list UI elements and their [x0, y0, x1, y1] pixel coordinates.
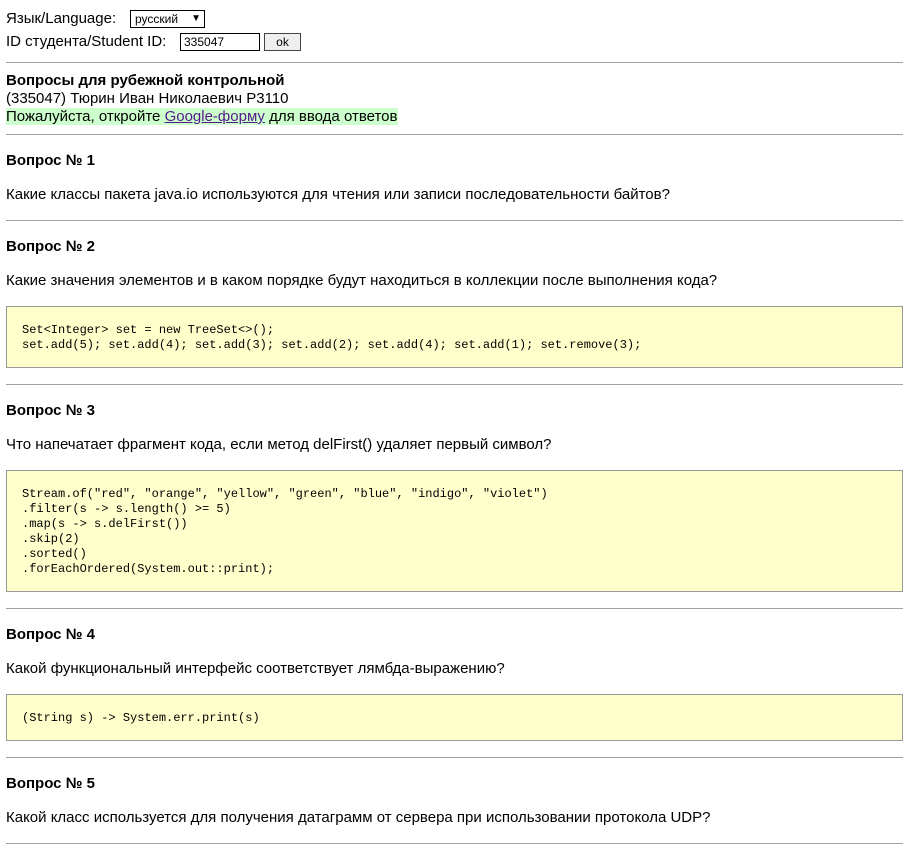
question-title: Вопрос № 1 [6, 152, 95, 169]
question-title: Вопрос № 2 [6, 238, 95, 255]
question-title: Вопрос № 5 [6, 775, 95, 792]
language-selected-value: русский [135, 12, 179, 26]
code-block: (String s) -> System.err.print(s) [6, 694, 903, 741]
divider [6, 384, 903, 385]
google-form-highlight: Пожалуйста, откройте Google-форму для вв… [6, 108, 399, 125]
question-text: Какие значения элементов и в каком поряд… [6, 272, 718, 289]
google-form-prefix: Пожалуйста, откройте [6, 108, 165, 125]
google-form-suffix: для ввода ответов [264, 108, 398, 125]
divider [6, 757, 903, 758]
divider [6, 608, 903, 609]
divider [6, 843, 903, 844]
ok-button[interactable]: ok [264, 33, 301, 51]
google-form-notice: Пожалуйста, откройте Google-форму для вв… [6, 108, 399, 125]
student-id-label: ID студента/Student ID: [6, 33, 167, 50]
google-form-link[interactable]: Google-форму [165, 108, 265, 125]
code-block: Stream.of("red", "orange", "yellow", "gr… [6, 470, 903, 592]
question-text: Какой функциональный интерфейс соответст… [6, 660, 505, 677]
divider [6, 220, 903, 221]
divider [6, 134, 903, 135]
question-title: Вопрос № 4 [6, 626, 95, 643]
student-id-input[interactable]: 335047 [180, 33, 260, 51]
student-id-row: ID студента/Student ID: 335047 ok [6, 32, 301, 52]
language-row: Язык/Language: русский ▼ [6, 9, 205, 29]
language-select[interactable]: русский ▼ [130, 10, 205, 28]
question-text: Что напечатает фрагмент кода, если метод… [6, 436, 552, 453]
question-text: Какой класс используется для получения д… [6, 809, 711, 826]
question-title: Вопрос № 3 [6, 402, 95, 419]
language-label: Язык/Language: [6, 10, 117, 27]
chevron-down-icon: ▼ [191, 13, 201, 24]
divider [6, 62, 903, 63]
question-text: Какие классы пакета java.io используются… [6, 186, 670, 203]
code-block: Set<Integer> set = new TreeSet<>(); set.… [6, 306, 903, 368]
page-title: Вопросы для рубежной контрольной [6, 72, 285, 89]
student-name: (335047) Тюрин Иван Николаевич P3110 [6, 90, 289, 107]
